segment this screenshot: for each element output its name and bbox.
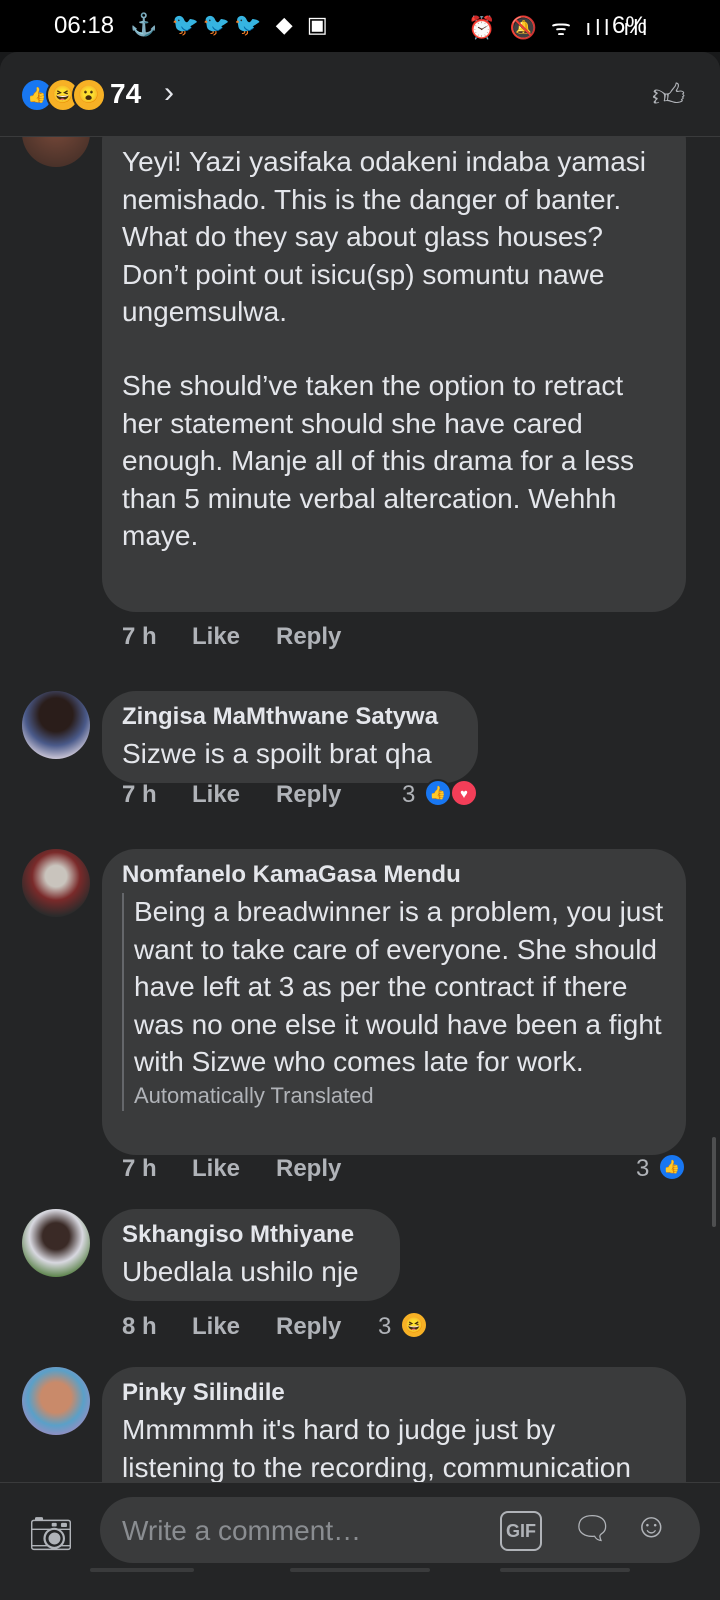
- chevron-right-icon[interactable]: ›: [164, 76, 174, 110]
- comment-time: 7 h: [122, 1155, 157, 1182]
- nav-bar-right: [500, 1568, 630, 1572]
- reaction-counter[interactable]: 3: [636, 1155, 649, 1183]
- comments-sheet: 👍 😆 😮 74 › 👍︎ Yeyi! Yazi yasifaka odaken…: [0, 52, 720, 1600]
- wow-icon: 😮: [72, 78, 106, 112]
- reply-button[interactable]: Reply: [276, 781, 341, 809]
- comments-list: Yeyi! Yazi yasifaka odakeni indaba yamas…: [0, 137, 720, 1534]
- reactions-header[interactable]: 👍 😆 😮 74 › 👍︎: [0, 52, 720, 137]
- emoji-icon[interactable]: ☺: [634, 1507, 669, 1546]
- comment-author[interactable]: Nomfanelo KamaGasa Mendu: [122, 861, 461, 889]
- reply-button[interactable]: Reply: [276, 623, 341, 651]
- scrollbar[interactable]: [712, 1137, 716, 1227]
- camera-icon[interactable]: 📷︎: [28, 1513, 74, 1555]
- translated-block: Being a breadwinner is a problem, you ju…: [122, 893, 664, 1111]
- comment-text: Being a breadwinner is a problem, you ju…: [134, 896, 664, 1077]
- sticker-icon[interactable]: 🗨︎: [572, 1509, 613, 1547]
- comment-bubble[interactable]: Zingisa MaMthwane Satywa Sizwe is a spoi…: [102, 691, 478, 783]
- heart-icon: ♥: [450, 779, 478, 807]
- battery-level: 6%: [612, 12, 647, 39]
- comment-input[interactable]: Write a comment… GIF 🗨︎ ☺: [100, 1497, 700, 1563]
- status-bar: 06:18 ⚓ 🐦🐦🐦 ◆ ▣ ⏰ 🔕 ᯤ ıll ıll 6%: [0, 0, 720, 52]
- comment-text: Yeyi! Yazi yasifaka odakeni indaba yamas…: [122, 146, 647, 327]
- comment-text: She should’ve taken the option to retrac…: [122, 370, 635, 551]
- notification-icons: ⚓ 🐦🐦🐦 ◆ ▣: [130, 12, 332, 37]
- comment-composer: 📷︎ Write a comment… GIF 🗨︎ ☺: [0, 1482, 720, 1600]
- like-comment-button[interactable]: Like: [192, 1155, 240, 1183]
- nav-bar-left: [90, 1568, 194, 1572]
- comment-time: 8 h: [122, 1313, 157, 1340]
- avatar[interactable]: [22, 849, 90, 917]
- nav-bar-center: [290, 1568, 430, 1572]
- like-icon: 👍: [658, 1153, 686, 1181]
- haha-icon: 😆: [400, 1311, 428, 1339]
- reaction-count: 74: [110, 78, 142, 109]
- gif-button[interactable]: GIF: [500, 1511, 542, 1551]
- reaction-counter[interactable]: 3: [402, 781, 415, 809]
- comment-author[interactable]: Zingisa MaMthwane Satywa: [122, 703, 438, 731]
- comment-text: Ubedlala ushilo nje: [122, 1256, 359, 1287]
- like-comment-button[interactable]: Like: [192, 781, 240, 809]
- auto-translated-label[interactable]: Automatically Translated: [134, 1081, 664, 1111]
- status-time: 06:18: [54, 12, 115, 39]
- avatar[interactable]: [22, 1209, 90, 1277]
- like-comment-button[interactable]: Like: [192, 1313, 240, 1341]
- avatar[interactable]: [22, 137, 90, 167]
- comment-placeholder: Write a comment…: [122, 1515, 362, 1546]
- comment-bubble[interactable]: Nomfanelo KamaGasa Mendu Being a breadwi…: [102, 849, 686, 1155]
- comment-bubble[interactable]: Skhangiso Mthiyane Ubedlala ushilo nje: [102, 1209, 400, 1301]
- comment-time: 7 h: [122, 781, 157, 808]
- reply-button[interactable]: Reply: [276, 1155, 341, 1183]
- reply-button[interactable]: Reply: [276, 1313, 341, 1341]
- reaction-counter[interactable]: 3: [378, 1313, 391, 1341]
- like-comment-button[interactable]: Like: [192, 623, 240, 651]
- avatar[interactable]: [22, 1367, 90, 1435]
- comment-author[interactable]: Pinky Silindile: [122, 1379, 285, 1407]
- comment-time: 7 h: [122, 623, 157, 650]
- avatar[interactable]: [22, 691, 90, 759]
- like-post-button[interactable]: 👍︎: [652, 76, 685, 115]
- comment-bubble[interactable]: Yeyi! Yazi yasifaka odakeni indaba yamas…: [102, 137, 686, 612]
- like-icon: 👍: [424, 779, 452, 807]
- comment-author[interactable]: Skhangiso Mthiyane: [122, 1221, 354, 1249]
- comment-text: Sizwe is a spoilt brat qha: [122, 738, 432, 769]
